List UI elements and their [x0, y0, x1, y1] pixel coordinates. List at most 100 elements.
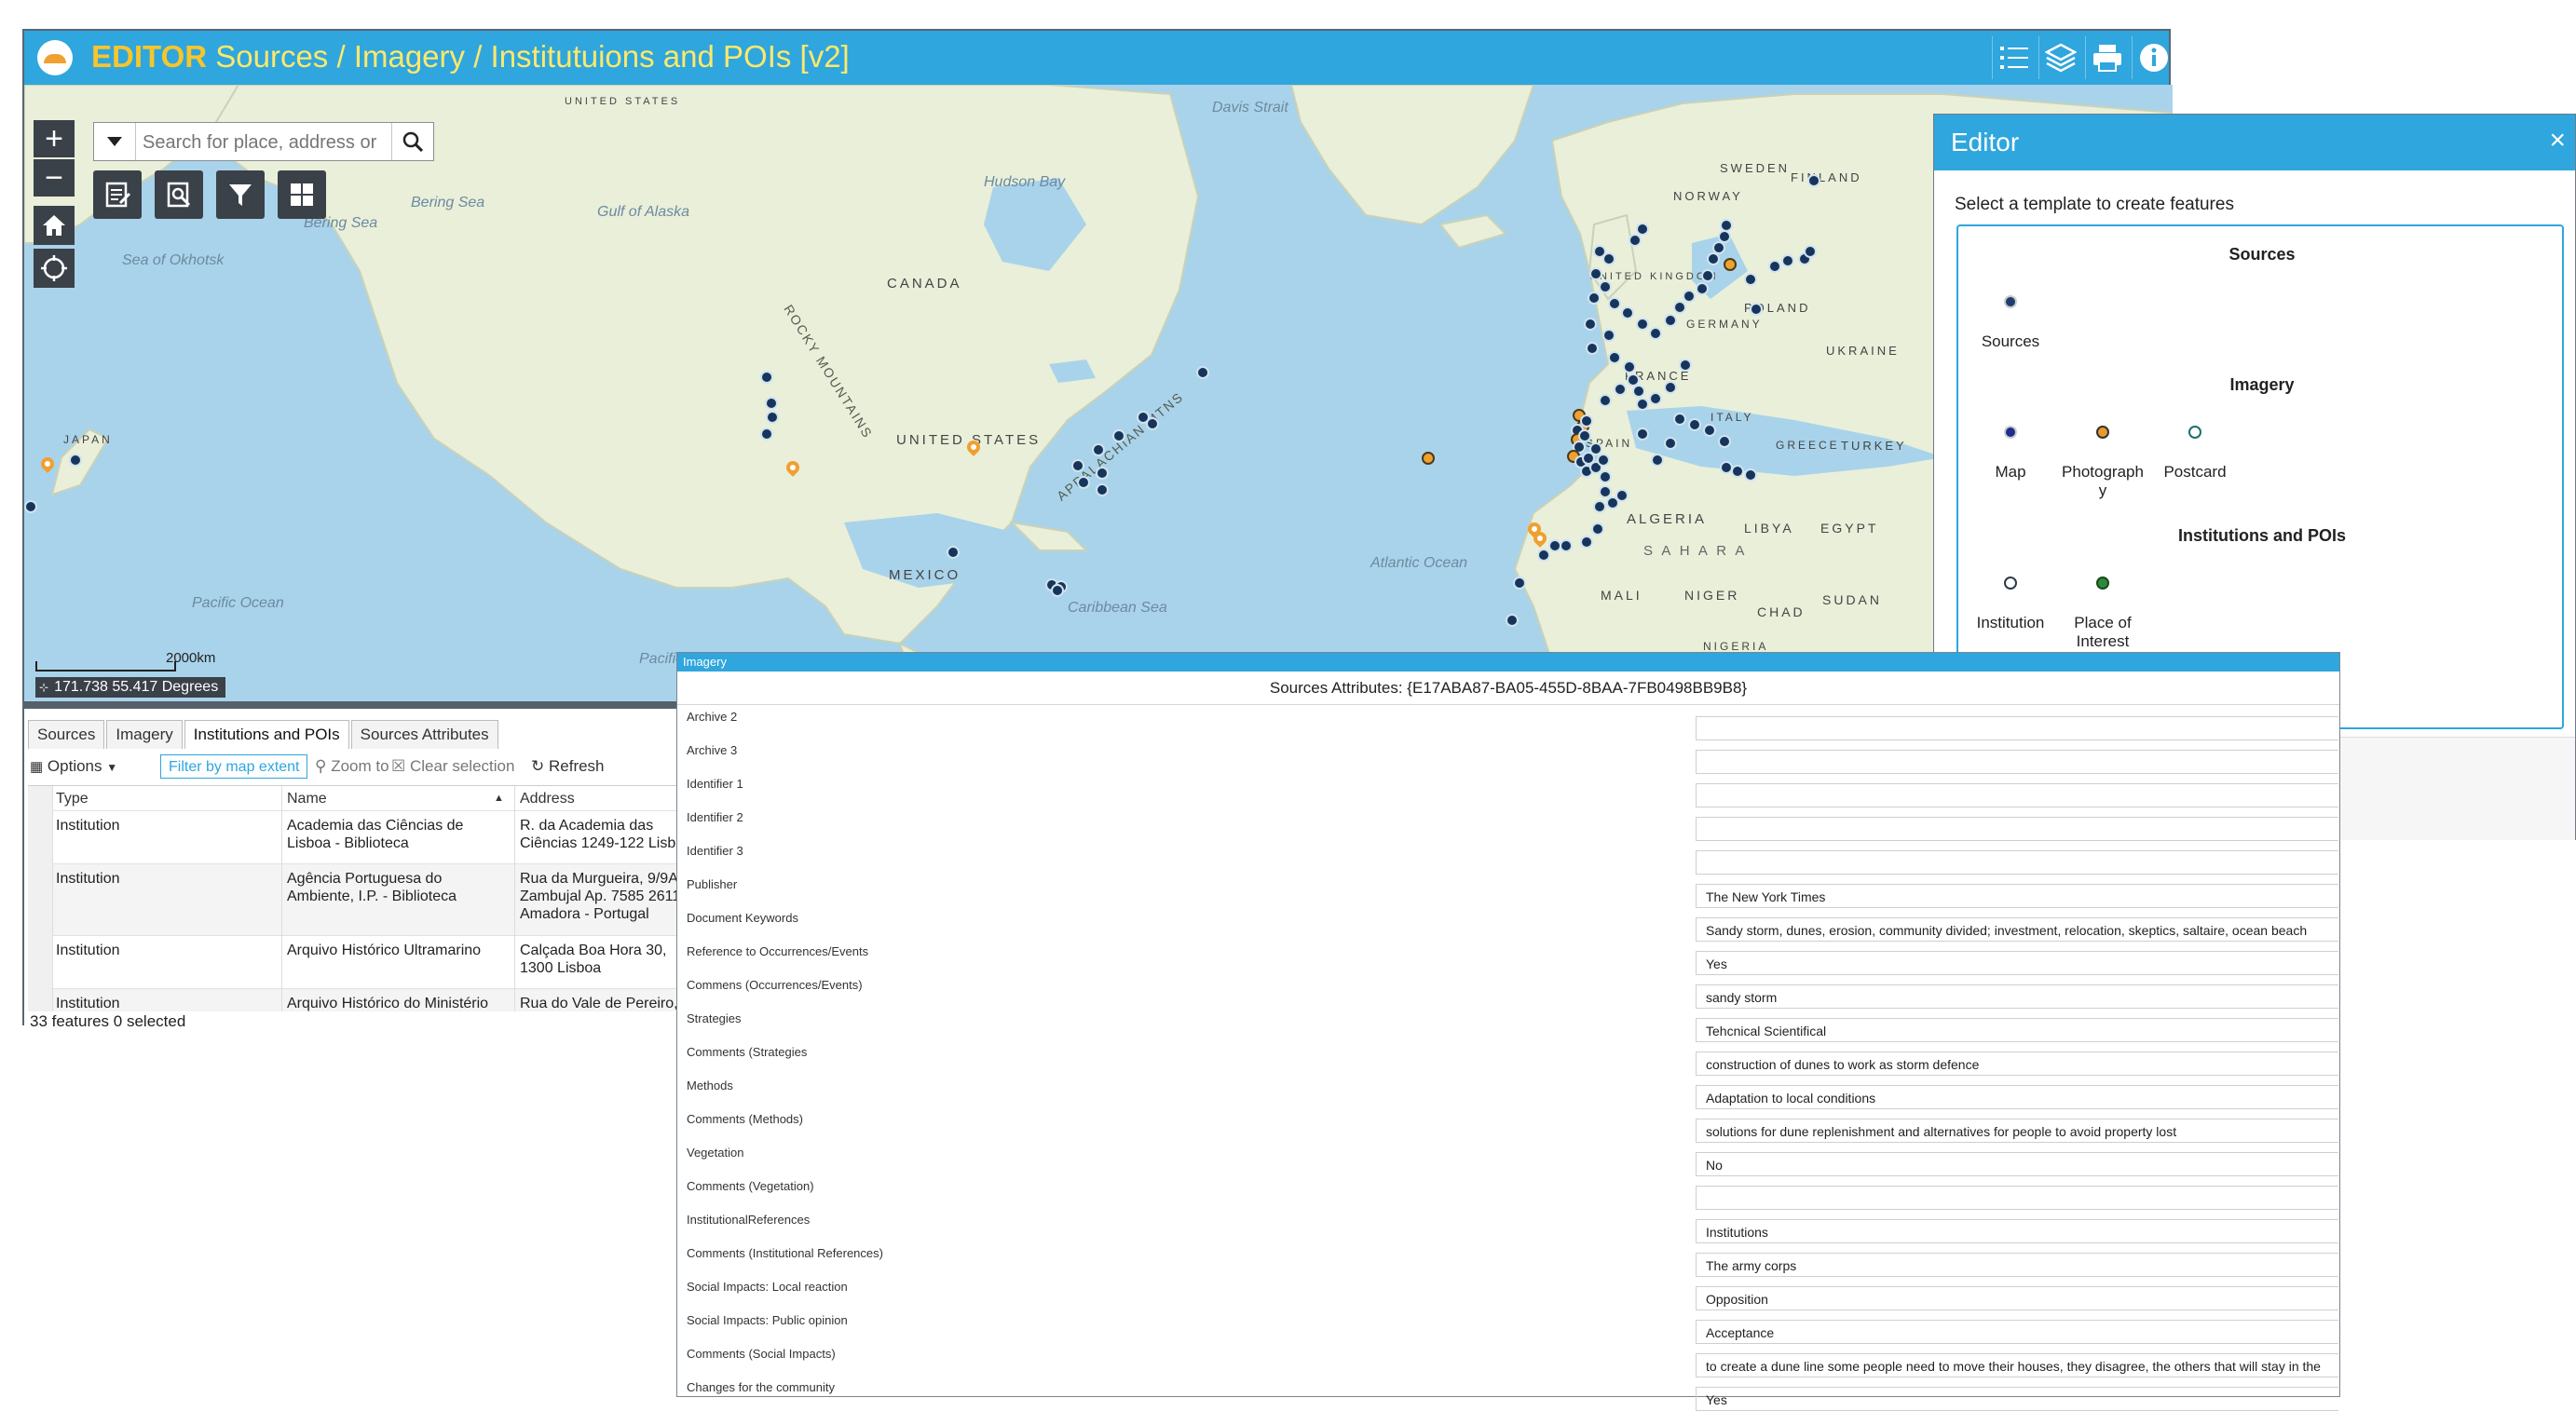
- filter-widget-button[interactable]: [216, 170, 265, 219]
- close-icon[interactable]: ×: [2549, 126, 2566, 156]
- attribute-value-field[interactable]: Adaptation to local conditions: [1696, 1085, 2338, 1109]
- table-row[interactable]: Institution Arquivo Histórico do Ministé…: [28, 989, 699, 1011]
- sort-ascending-icon[interactable]: ▲: [494, 790, 504, 807]
- attribute-value-field[interactable]: [1696, 817, 2338, 841]
- home-button[interactable]: [34, 206, 75, 245]
- attribute-value-field[interactable]: Tehcnical Scientifical: [1696, 1018, 2338, 1042]
- zoom-in-button[interactable]: +: [34, 120, 75, 157]
- attribute-value-field[interactable]: to create a dune line some people need t…: [1696, 1353, 2338, 1377]
- attribute-value-field[interactable]: [1696, 850, 2338, 875]
- layers-icon[interactable]: [2038, 36, 2082, 79]
- tab-imagery[interactable]: Imagery: [106, 720, 183, 749]
- table-row[interactable]: Institution Academia das Ciências de Lis…: [28, 811, 699, 864]
- cell-name: Arquivo Histórico do Ministério: [287, 996, 489, 1011]
- attribute-row: Strategies Tehcnical Scientifical: [677, 1007, 2341, 1042]
- attribute-value-field[interactable]: Institutions: [1696, 1219, 2338, 1243]
- list-icon[interactable]: [1992, 36, 2036, 79]
- attribute-value-field[interactable]: [1696, 716, 2338, 740]
- table-row[interactable]: Institution Arquivo Histórico Ultramarin…: [28, 936, 699, 989]
- attribute-value-field[interactable]: Yes: [1696, 1387, 2338, 1411]
- attribute-value-field[interactable]: Yes: [1696, 951, 2338, 975]
- search-source-dropdown[interactable]: [94, 123, 136, 160]
- attribute-label: Social Impacts: Public opinion: [687, 1313, 848, 1327]
- attribute-row: Identifier 1: [677, 772, 2341, 807]
- attribute-value-field[interactable]: sandy storm: [1696, 984, 2338, 1009]
- tab-sources[interactable]: Sources: [28, 720, 105, 749]
- cell-type: Institution: [56, 943, 120, 958]
- clear-icon: ☒: [391, 757, 406, 775]
- refresh-button[interactable]: ↻ Refresh: [531, 757, 605, 776]
- template-group-institutions: Institutions and POIs: [2177, 526, 2346, 545]
- template-label: Sources: [1981, 332, 2040, 350]
- attribute-row: Commens (Occurrences/Events) sandy storm: [677, 973, 2341, 1009]
- clear-selection-button[interactable]: ☒ Clear selection: [391, 757, 514, 776]
- attribute-label: Comments (Strategies: [687, 1045, 808, 1059]
- map-label-sudan: SUDAN: [1822, 592, 1883, 607]
- cell-address: R. da Academia das Ciências 1249-122 Lis…: [520, 818, 693, 851]
- attribute-label: Reference to Occurrences/Events: [687, 944, 869, 958]
- column-header-address[interactable]: Address: [520, 790, 575, 807]
- cell-name: Agência Portuguesa do Ambiente, I.P. - B…: [287, 871, 457, 904]
- attribute-value-field[interactable]: [1696, 783, 2338, 807]
- query-icon: [167, 182, 191, 208]
- attribute-value-field[interactable]: solutions for dune replenishment and alt…: [1696, 1119, 2338, 1143]
- poi-symbol-icon: [2096, 577, 2109, 590]
- info-icon[interactable]: [2132, 36, 2175, 79]
- template-group-imagery: Imagery: [2229, 375, 2295, 394]
- tab-institutions-pois[interactable]: Institutions and POIs: [184, 720, 349, 749]
- column-header-name[interactable]: Name: [287, 790, 327, 807]
- coordinate-readout[interactable]: ⊹ 171.738 55.417 Degrees: [35, 677, 226, 698]
- attribute-row: Changes for the community Yes: [677, 1376, 2341, 1411]
- zoom-out-button[interactable]: −: [34, 159, 75, 197]
- editor-prompt: Select a template to create features: [1955, 195, 2234, 214]
- attribute-value-field[interactable]: Acceptance: [1696, 1320, 2338, 1344]
- options-button[interactable]: ▦ Options ▼: [30, 757, 117, 776]
- attribute-row: Social Impacts: Local reaction Opposition: [677, 1275, 2341, 1310]
- widget-grid-button[interactable]: [278, 170, 326, 219]
- attribute-value-field[interactable]: [1696, 750, 2338, 774]
- query-widget-button[interactable]: [155, 170, 203, 219]
- attribute-label: Strategies: [687, 1011, 742, 1025]
- popup-tab-bar[interactable]: Imagery: [677, 653, 2339, 672]
- search-input[interactable]: [141, 123, 387, 162]
- map-label-algeria: ALGERIA: [1627, 511, 1708, 527]
- map-label-hudson-bay: Hudson Bay: [984, 174, 1066, 190]
- zoom-to-button[interactable]: ⚲ Zoom to: [315, 757, 389, 776]
- map-symbol-icon: [2004, 426, 2017, 439]
- row-selector-column[interactable]: [28, 786, 53, 1011]
- attribute-row: Social Impacts: Public opinion Acceptance: [677, 1309, 2341, 1344]
- attribute-value-field[interactable]: No: [1696, 1152, 2338, 1176]
- column-header-type[interactable]: Type: [56, 790, 89, 807]
- locate-button[interactable]: [34, 249, 75, 288]
- map-label-mexico: MEXICO: [889, 567, 961, 583]
- attribute-value-field[interactable]: The army corps: [1696, 1253, 2338, 1277]
- column-divider: [281, 786, 282, 1011]
- grid-icon: ▦: [30, 759, 44, 775]
- edit-widget-button[interactable]: [93, 170, 142, 219]
- template-institution[interactable]: Institution: [1969, 577, 2051, 632]
- attribute-table-tabs: Sources Imagery Institutions and POIs So…: [28, 720, 500, 750]
- attribute-value-field[interactable]: Sandy storm, dunes, erosion, community d…: [1696, 917, 2338, 942]
- print-icon[interactable]: [2085, 36, 2129, 79]
- tab-sources-attributes[interactable]: Sources Attributes: [350, 720, 498, 749]
- template-photograph[interactable]: Photograph y: [2062, 426, 2144, 500]
- postcard-symbol-icon: [2188, 426, 2201, 439]
- attribute-value-field[interactable]: Opposition: [1696, 1286, 2338, 1310]
- table-row[interactable]: Institution Agência Portuguesa do Ambien…: [28, 864, 699, 936]
- attribute-value-field[interactable]: [1696, 1186, 2338, 1210]
- attribute-row: Publisher The New York Times: [677, 873, 2341, 908]
- search-button[interactable]: [391, 123, 433, 160]
- map-label-egypt: EGYPT: [1820, 521, 1879, 536]
- popup-title: Sources Attributes: {E17ABA87-BA05-455D-…: [1269, 679, 1748, 697]
- template-map[interactable]: Map: [1969, 426, 2051, 482]
- attribute-label: Comments (Vegetation): [687, 1179, 814, 1193]
- edit-list-icon: [105, 182, 131, 208]
- template-postcard[interactable]: Postcard: [2154, 426, 2236, 482]
- attribute-row: Comments (Methods) solutions for dune rep…: [677, 1107, 2341, 1143]
- map-view[interactable]: Hudson Bay Davis Strait Gulf of Alaska B…: [24, 85, 2173, 701]
- template-sources[interactable]: Sources: [1969, 295, 2051, 351]
- template-place-of-interest[interactable]: Place of Interest: [2062, 577, 2144, 651]
- filter-by-extent-button[interactable]: Filter by map extent: [160, 754, 307, 779]
- attribute-value-field[interactable]: construction of dunes to work as storm d…: [1696, 1051, 2338, 1076]
- attribute-value-field[interactable]: The New York Times: [1696, 884, 2338, 908]
